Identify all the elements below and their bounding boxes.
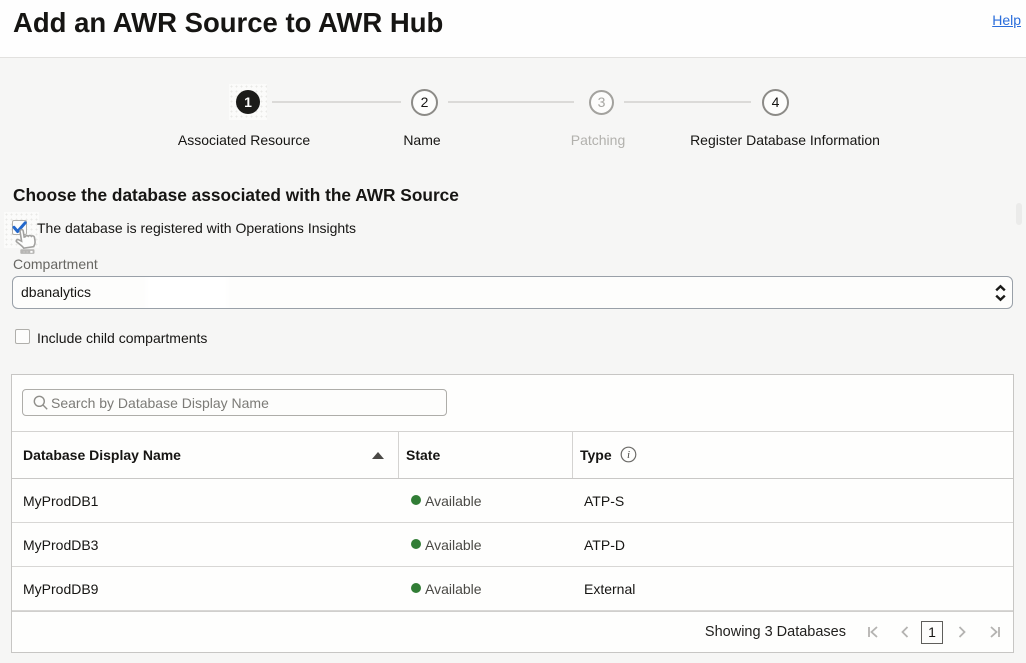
svg-text:i: i xyxy=(627,449,630,461)
